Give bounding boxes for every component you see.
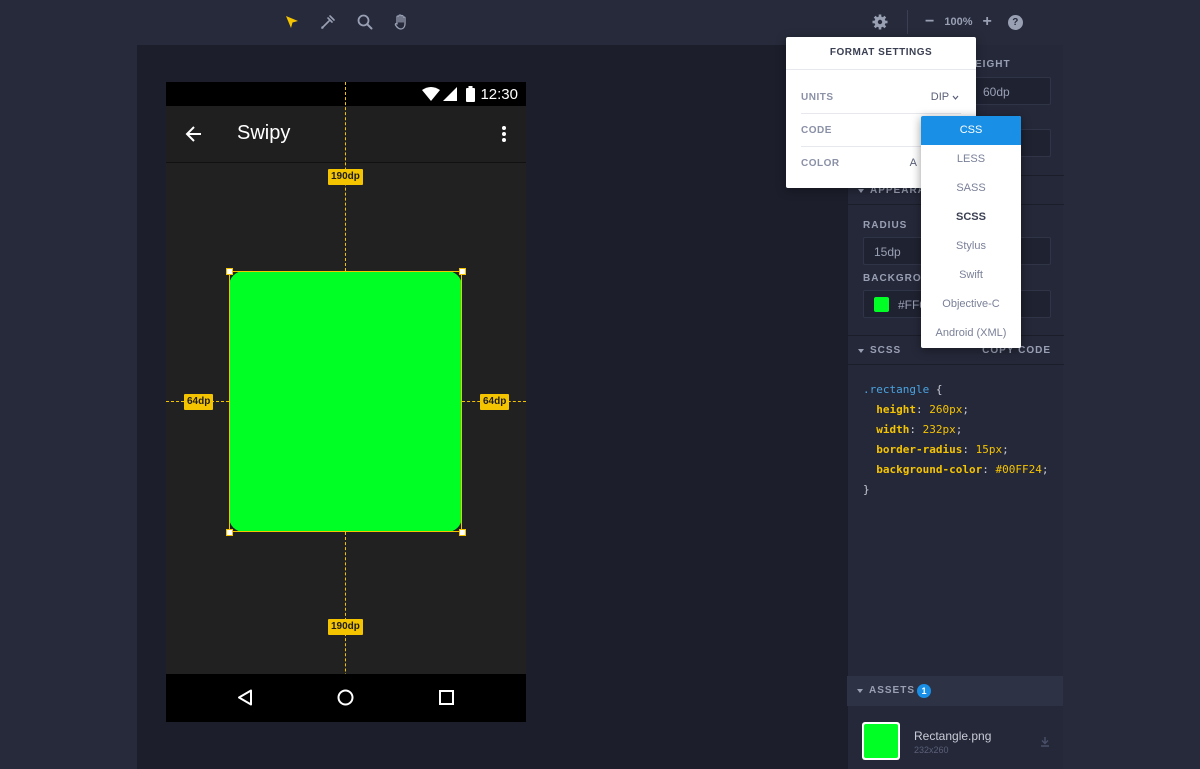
code-close-brace: }: [863, 483, 870, 496]
asset-thumbnail[interactable]: [862, 722, 900, 760]
magnifier-icon[interactable]: [355, 12, 375, 32]
radius-value: 15dp: [874, 245, 901, 259]
option-css[interactable]: CSS: [921, 116, 1021, 145]
code-value: #00FF24: [995, 463, 1042, 476]
code-prop: border-radius: [876, 443, 963, 456]
code-open-brace: {: [929, 383, 943, 396]
units-value: DIP: [930, 91, 949, 103]
option-less[interactable]: LESS: [921, 145, 1021, 174]
caret-down-icon: [858, 349, 864, 353]
units-label: UNITS: [801, 92, 834, 103]
zoom-out-button[interactable]: −: [925, 12, 934, 32]
code-prop: height: [876, 403, 916, 416]
chevron-down-icon: [952, 95, 959, 100]
code-selector: .rectangle: [863, 383, 930, 396]
resize-handle-tr[interactable]: [459, 268, 466, 275]
option-android-xml[interactable]: Android (XML): [921, 319, 1021, 348]
signal-icon: [443, 87, 457, 101]
back-arrow-icon[interactable]: [185, 125, 203, 143]
assets-label: ASSETS: [869, 685, 916, 696]
distance-left-label: 64dp: [184, 394, 214, 410]
code-section-label: SCSS: [870, 345, 902, 356]
code-value: 260px: [929, 403, 963, 416]
distance-right-label: 64dp: [480, 394, 510, 410]
code-value: 232px: [922, 423, 956, 436]
code-prop: width: [876, 423, 910, 436]
option-objective-c[interactable]: Objective-C: [921, 290, 1021, 319]
pointer-icon[interactable]: [282, 12, 302, 32]
color-label: COLOR: [801, 158, 840, 169]
code-label: CODE: [801, 125, 832, 136]
zoom-controls: − 100% + ?: [925, 12, 1023, 32]
zoom-in-button[interactable]: +: [982, 12, 991, 32]
asset-size: 232x260: [914, 745, 949, 755]
resize-handle-tl[interactable]: [226, 268, 233, 275]
code-value: 15px: [975, 443, 1003, 456]
app-title: Swipy: [237, 122, 291, 144]
option-scss[interactable]: SCSS: [921, 203, 1021, 232]
resize-handle-bl[interactable]: [226, 529, 233, 536]
code-block: .rectangle { height: 260px; width: 232px…: [863, 383, 1049, 496]
zoom-level: 100%: [944, 16, 973, 28]
hand-icon[interactable]: [391, 12, 411, 32]
radius-label: RADIUS: [863, 220, 908, 231]
help-button[interactable]: ?: [1007, 14, 1023, 30]
height-label: EIGHT: [975, 59, 1011, 70]
download-icon[interactable]: [1040, 736, 1050, 747]
option-swift[interactable]: Swift: [921, 261, 1021, 290]
eyedropper-icon[interactable]: [318, 12, 338, 32]
code-prop: background-color: [876, 463, 983, 476]
asset-preview: [864, 724, 898, 758]
option-stylus[interactable]: Stylus: [921, 232, 1021, 261]
top-toolbar: − 100% + ?: [0, 0, 1200, 45]
units-select[interactable]: DIP: [931, 91, 959, 103]
status-bar: 12:30: [166, 82, 526, 106]
nav-home-icon[interactable]: [337, 689, 354, 706]
code-language-dropdown[interactable]: CSS LESS SASS SCSS Stylus Swift Objectiv…: [921, 116, 1021, 348]
distance-top-label: 190dp: [328, 169, 363, 185]
caret-down-icon: [858, 189, 864, 193]
asset-name[interactable]: Rectangle.png: [914, 729, 991, 743]
height-value: 60dp: [983, 85, 1010, 99]
gear-icon[interactable]: [870, 12, 890, 32]
nav-recents-icon[interactable]: [439, 690, 454, 705]
overflow-menu-icon[interactable]: [500, 124, 508, 144]
caret-down-icon: [857, 689, 863, 693]
color-swatch[interactable]: [874, 297, 889, 312]
status-time: 12:30: [480, 86, 518, 103]
popover-title: FORMAT SETTINGS: [786, 37, 976, 70]
phone-artboard[interactable]: 12:30 Swipy 190dp 190dp 64dp 64dp: [166, 82, 526, 722]
option-sass[interactable]: SASS: [921, 174, 1021, 203]
nav-bar: [166, 674, 526, 722]
nav-back-icon[interactable]: [237, 689, 253, 706]
toolbar-divider: [907, 10, 908, 34]
selection-box: [229, 271, 462, 532]
distance-bottom-label: 190dp: [328, 619, 363, 635]
battery-icon: [466, 86, 475, 102]
height-field[interactable]: 60dp: [972, 77, 1051, 105]
resize-handle-br[interactable]: [459, 529, 466, 536]
units-row[interactable]: UNITS DIP: [801, 81, 961, 114]
assets-count-badge: 1: [917, 684, 931, 698]
app-bar: Swipy: [166, 106, 526, 162]
wifi-icon: [422, 87, 440, 101]
background-label: BACKGROU: [863, 273, 930, 284]
assets-section-header[interactable]: ASSETS 1: [847, 676, 1063, 706]
color-format-value[interactable]: A: [910, 157, 917, 169]
